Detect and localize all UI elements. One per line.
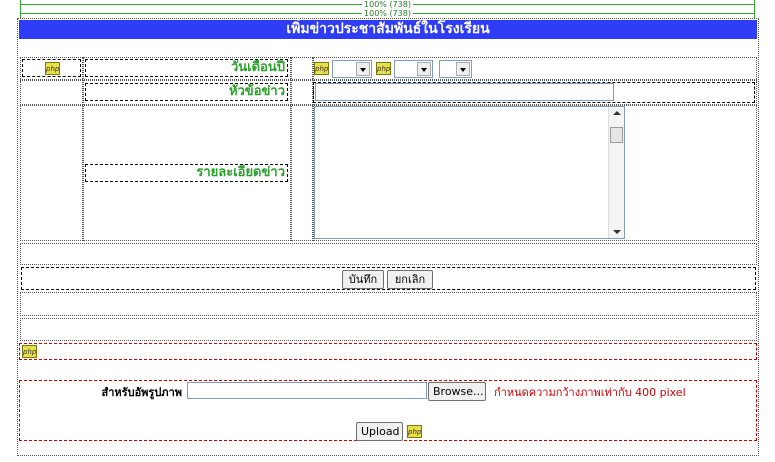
upload-hint: กำหนดความกว้างภาพเท่ากับ 400 pixel bbox=[494, 386, 686, 399]
php-icon: php bbox=[407, 425, 422, 438]
upload-label: สำหรับอัพรูปภาพ bbox=[101, 386, 182, 399]
page-title: เพิ่มข่าวประชาสัมพันธ์ในโรงเรียน bbox=[19, 20, 757, 39]
browse-button[interactable]: Browse... bbox=[428, 382, 486, 401]
column-divider-2 bbox=[290, 57, 292, 241]
width-ruler-2: 100% (738) bbox=[20, 9, 755, 18]
column-divider-1 bbox=[82, 57, 84, 241]
chevron-down-icon bbox=[417, 62, 431, 76]
month-select[interactable] bbox=[394, 60, 433, 78]
php-icon: php bbox=[45, 62, 60, 75]
headline-input[interactable] bbox=[315, 83, 614, 101]
date-label: วันเดือนปี bbox=[85, 59, 288, 77]
scroll-up-icon[interactable] bbox=[613, 111, 621, 115]
php-icon: php bbox=[22, 345, 37, 358]
upload-button[interactable]: Upload bbox=[356, 422, 403, 441]
detail-textarea[interactable] bbox=[314, 106, 625, 239]
year-select[interactable] bbox=[439, 60, 472, 78]
day-select[interactable] bbox=[332, 60, 372, 78]
row-divider-1 bbox=[20, 79, 757, 81]
php-icon: php bbox=[376, 62, 391, 75]
textarea-scrollbar[interactable] bbox=[608, 107, 624, 238]
php-icon: php bbox=[314, 62, 329, 75]
save-button[interactable]: บันทึก bbox=[342, 270, 384, 289]
spacer-row-3 bbox=[20, 318, 757, 341]
file-path-input[interactable] bbox=[187, 382, 427, 399]
upload-icon-row: php bbox=[19, 343, 757, 360]
spacer-row-1 bbox=[20, 243, 757, 265]
width-ruler-1: 100% (738) bbox=[20, 0, 755, 9]
scroll-down-icon[interactable] bbox=[613, 230, 621, 234]
date-icon-cell: php bbox=[22, 59, 81, 77]
scroll-thumb[interactable] bbox=[610, 127, 623, 143]
spacer-row-2 bbox=[20, 292, 757, 316]
cancel-button[interactable]: ยกเลิก bbox=[387, 270, 433, 289]
date-selects: php php bbox=[314, 59, 474, 79]
headline-label: หัวข้อข่าว bbox=[85, 83, 288, 101]
chevron-down-icon bbox=[456, 62, 470, 76]
detail-label: รายละเอียดข่าว bbox=[85, 164, 288, 182]
chevron-down-icon bbox=[356, 62, 370, 76]
